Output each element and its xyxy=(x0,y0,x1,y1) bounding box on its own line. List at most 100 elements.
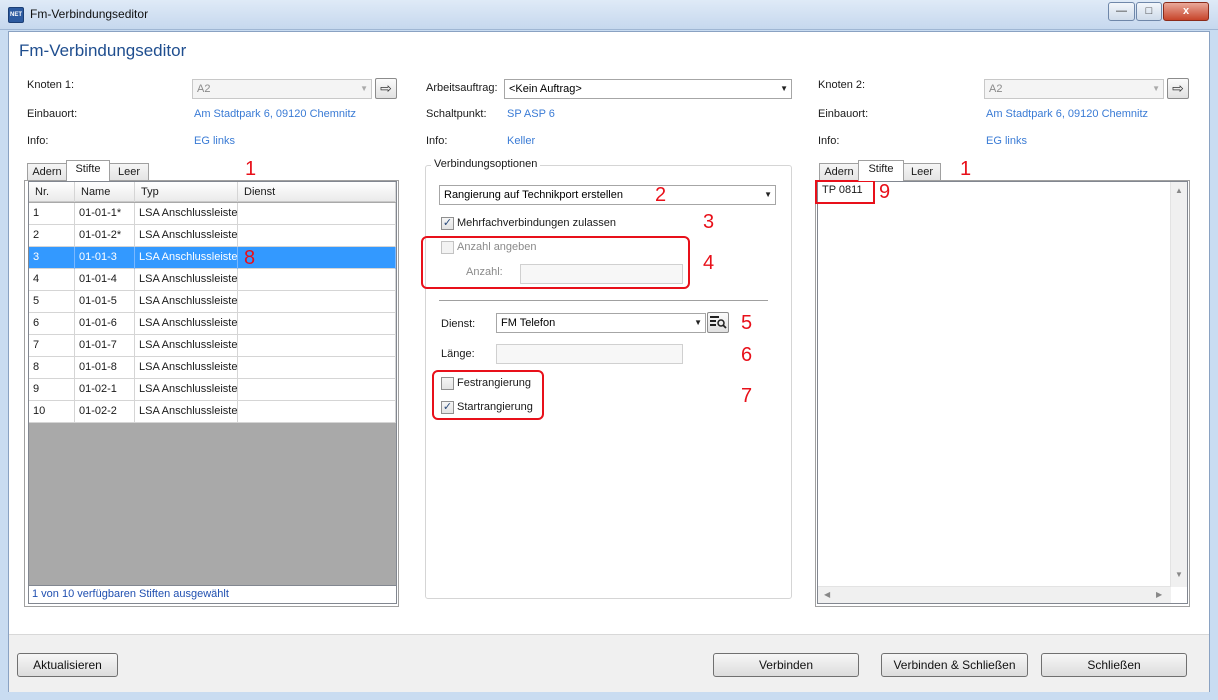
table-row[interactable]: 5 01-01-5 LSA Anschlussleiste xyxy=(29,291,396,313)
info1-link[interactable]: EG links xyxy=(194,135,235,147)
verbindungsoptionen-title: Verbindungsoptionen xyxy=(431,158,541,170)
verbinden-schliessen-button[interactable]: Verbinden & Schließen xyxy=(881,653,1028,677)
einbauort1-link[interactable]: Am Stadtpark 6, 09120 Chemnitz xyxy=(194,108,356,120)
aktualisieren-button[interactable]: Aktualisieren xyxy=(17,653,118,677)
einbauort2-link[interactable]: Am Stadtpark 6, 09120 Chemnitz xyxy=(986,108,1148,120)
annotation-7: 7 xyxy=(741,385,753,407)
knoten2-label: Knoten 2: xyxy=(818,79,866,91)
tab-adern-right[interactable]: Adern xyxy=(819,163,859,181)
info2-link[interactable]: EG links xyxy=(986,135,1027,147)
scroll-up-icon[interactable]: ▲ xyxy=(1175,186,1183,195)
cell-dienst xyxy=(238,379,396,401)
cell-name: 01-01-8 xyxy=(75,357,135,379)
annotation-8: 8 xyxy=(244,247,256,269)
scroll-left-icon[interactable]: ◀ xyxy=(824,590,830,599)
cell-nr: 2 xyxy=(29,225,75,247)
page-title: Fm-Verbindungseditor xyxy=(19,41,187,60)
grid-header: Nr. Name Typ Dienst xyxy=(29,182,396,202)
chevron-down-icon: ▼ xyxy=(764,190,772,199)
vertical-scrollbar[interactable]: ▲ ▼ xyxy=(1170,182,1187,587)
arbeitsauftrag-label: Arbeitsauftrag: xyxy=(426,82,498,94)
cell-name: 01-02-2 xyxy=(75,401,135,423)
table-row[interactable]: 3 01-01-3 LSA Anschlussleiste xyxy=(29,247,396,269)
knoten2-combo[interactable]: A2 ▼ xyxy=(984,79,1164,99)
knoten1-value: A2 xyxy=(197,83,211,95)
stifte-list-right[interactable]: TP 0811 ▲ ▼ ◀ ▶ xyxy=(817,181,1188,604)
annotation-box-7 xyxy=(432,370,544,420)
rangierung-combo[interactable]: Rangierung auf Technikport erstellen ▼ xyxy=(439,185,776,205)
tab-leer-right[interactable]: Leer xyxy=(903,163,941,181)
info-mid-link[interactable]: Keller xyxy=(507,135,535,147)
cell-dienst xyxy=(238,291,396,313)
column-header-dienst[interactable]: Dienst xyxy=(238,182,396,202)
einbauort1-label: Einbauort: xyxy=(27,108,78,120)
horizontal-scrollbar[interactable]: ◀ ▶ xyxy=(818,586,1171,603)
rangierung-value: Rangierung auf Technikport erstellen xyxy=(444,189,623,201)
knoten1-goto-button[interactable]: ⇨ xyxy=(375,78,397,99)
cell-nr: 9 xyxy=(29,379,75,401)
verbinden-button[interactable]: Verbinden xyxy=(713,653,859,677)
tab-adern-left[interactable]: Adern xyxy=(27,163,67,181)
knoten2-value: A2 xyxy=(989,83,1003,95)
dienst-value: FM Telefon xyxy=(501,317,556,329)
mehrfach-label[interactable]: Mehrfachverbindungen zulassen xyxy=(457,217,616,229)
scroll-down-icon[interactable]: ▼ xyxy=(1175,570,1183,579)
cell-nr: 7 xyxy=(29,335,75,357)
info2-label: Info: xyxy=(818,135,840,147)
table-row[interactable]: 9 01-02-1 LSA Anschlussleiste xyxy=(29,379,396,401)
arrow-right-icon: ⇨ xyxy=(1172,80,1184,96)
options-separator xyxy=(439,300,768,301)
table-row[interactable]: 6 01-01-6 LSA Anschlussleiste xyxy=(29,313,396,335)
column-header-typ[interactable]: Typ xyxy=(135,182,238,202)
chevron-down-icon: ▼ xyxy=(780,84,788,93)
table-row[interactable]: 1 01-01-1* LSA Anschlussleiste xyxy=(29,203,396,225)
table-row[interactable]: 2 01-01-2* LSA Anschlussleiste xyxy=(29,225,396,247)
cell-name: 01-01-7 xyxy=(75,335,135,357)
table-row[interactable]: 8 01-01-8 LSA Anschlussleiste xyxy=(29,357,396,379)
stifte-grid[interactable]: Nr. Name Typ Dienst 1 01-01-1* LSA Anschlu… xyxy=(28,181,397,586)
table-row[interactable]: 10 01-02-2 LSA Anschlussleiste xyxy=(29,401,396,423)
chevron-down-icon: ▼ xyxy=(360,84,368,93)
cell-typ: LSA Anschlussleiste xyxy=(135,247,238,269)
cell-typ: LSA Anschlussleiste xyxy=(135,401,238,423)
column-header-name[interactable]: Name xyxy=(75,182,135,202)
cell-typ: LSA Anschlussleiste xyxy=(135,313,238,335)
cell-dienst xyxy=(238,335,396,357)
dienst-search-button[interactable] xyxy=(707,312,729,333)
laenge-input[interactable] xyxy=(496,344,683,364)
scroll-right-icon[interactable]: ▶ xyxy=(1156,590,1162,599)
cell-typ: LSA Anschlussleiste xyxy=(135,225,238,247)
dienst-combo[interactable]: FM Telefon ▼ xyxy=(496,313,706,333)
knoten1-combo[interactable]: A2 ▼ xyxy=(192,79,372,99)
list-search-icon xyxy=(710,316,727,329)
app-icon: NET xyxy=(8,7,24,23)
tab-stifte-right[interactable]: Stifte xyxy=(858,160,904,181)
tab-stifte-left[interactable]: Stifte xyxy=(66,160,110,181)
annotation-1-right: 1 xyxy=(960,158,972,180)
maximize-button[interactable]: □ xyxy=(1136,2,1162,21)
knoten1-label: Knoten 1: xyxy=(27,79,75,91)
cell-name: 01-01-2* xyxy=(75,225,135,247)
window-title: Fm-Verbindungseditor xyxy=(30,7,149,21)
column-header-nr[interactable]: Nr. xyxy=(29,182,75,202)
arbeitsauftrag-combo[interactable]: <Kein Auftrag> ▼ xyxy=(504,79,792,99)
minimize-button[interactable]: — xyxy=(1108,2,1135,21)
table-row[interactable]: 7 01-01-7 LSA Anschlussleiste xyxy=(29,335,396,357)
cell-name: 01-01-3 xyxy=(75,247,135,269)
knoten2-goto-button[interactable]: ⇨ xyxy=(1167,78,1189,99)
einbauort2-label: Einbauort: xyxy=(818,108,869,120)
annotation-box-4 xyxy=(421,236,690,289)
cell-dienst xyxy=(238,225,396,247)
schaltpunkt-link[interactable]: SP ASP 6 xyxy=(507,108,555,120)
mehrfach-checkbox[interactable]: ✓ xyxy=(441,217,454,230)
tab-leer-left[interactable]: Leer xyxy=(109,163,149,181)
grid-status-bar: 1 von 10 verfügbaren Stiften ausgewählt xyxy=(28,586,397,604)
annotation-3: 3 xyxy=(703,211,715,233)
schliessen-button[interactable]: Schließen xyxy=(1041,653,1187,677)
cell-typ: LSA Anschlussleiste xyxy=(135,291,238,313)
close-button[interactable]: x xyxy=(1163,2,1209,21)
schaltpunkt-label: Schaltpunkt: xyxy=(426,108,487,120)
cell-dienst xyxy=(238,247,396,269)
cell-typ: LSA Anschlussleiste xyxy=(135,357,238,379)
table-row[interactable]: 4 01-01-4 LSA Anschlussleiste xyxy=(29,269,396,291)
